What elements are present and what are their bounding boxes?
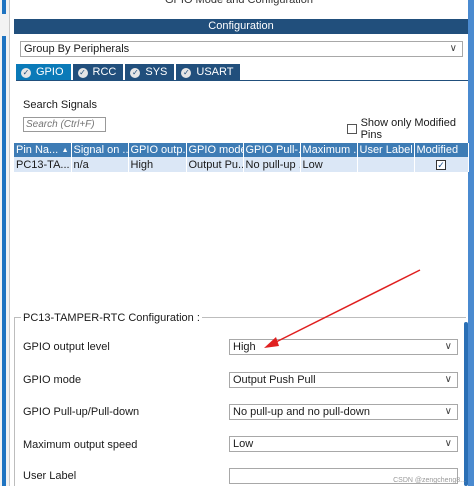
red-annotation-arrow — [264, 269, 421, 348]
arrow-head — [264, 337, 279, 348]
arrow-line — [271, 269, 421, 345]
watermark: CSDN @zengcheng8... — [393, 477, 466, 484]
